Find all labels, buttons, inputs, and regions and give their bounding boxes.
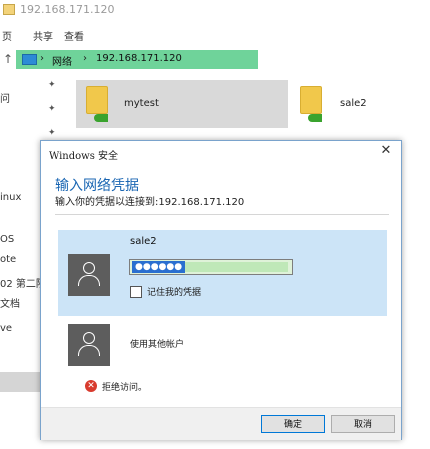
error-icon: ✕	[85, 380, 97, 392]
dialog-title: Windows 安全	[49, 151, 119, 162]
account-tile-selected[interactable]: sale2 ●●●●●● 记住我的凭据	[58, 230, 387, 316]
folder-icon	[3, 4, 15, 15]
remember-checkbox[interactable]	[130, 286, 142, 298]
breadcrumb-network[interactable]: 网络	[52, 53, 72, 68]
nav-item[interactable]: OS	[0, 234, 14, 245]
tab-home[interactable]: 页	[2, 28, 12, 43]
network-share-icon	[94, 114, 108, 122]
tab-share[interactable]: 共享	[33, 28, 53, 43]
chevron-right-icon[interactable]: ›	[40, 53, 44, 64]
share-label: sale2	[340, 98, 367, 109]
page: 192.168.171.120 页 共享 查看 ↑ › 网络 › 192.168…	[0, 0, 430, 449]
error-text: 拒绝访问。	[102, 383, 148, 393]
cancel-button[interactable]: 取消	[331, 415, 395, 433]
share-item-mytest[interactable]: mytest	[76, 80, 288, 128]
divider	[55, 214, 389, 215]
folder-icon	[86, 86, 108, 114]
nav-item[interactable]: 问	[0, 90, 10, 105]
pin-icon[interactable]: ✦	[48, 104, 56, 114]
other-account-label: 使用其他帐户	[130, 340, 185, 350]
dialog-subtext: 输入你的凭据以连接到:192.168.171.120	[55, 197, 245, 208]
share-item-sale2[interactable]: sale2	[296, 80, 416, 128]
chevron-right-icon[interactable]: ›	[83, 53, 87, 64]
dialog-heading: 输入网络凭据	[55, 178, 139, 194]
nav-selected-item[interactable]	[0, 372, 44, 392]
nav-item[interactable]: 文档	[0, 295, 20, 310]
pin-icon[interactable]: ✦	[48, 80, 56, 90]
credential-dialog: Windows 安全 ✕ 输入网络凭据 输入你的凭据以连接到:192.168.1…	[40, 140, 402, 440]
ok-button[interactable]: 确定	[261, 415, 325, 433]
close-icon[interactable]: ✕	[379, 143, 393, 158]
pin-icon[interactable]: ✦	[48, 128, 56, 138]
user-avatar-icon	[68, 254, 110, 296]
password-field[interactable]: ●●●●●●	[129, 259, 293, 275]
password-value: ●●●●●●	[132, 261, 186, 273]
ribbon: 页 共享 查看	[0, 22, 430, 44]
user-avatar-icon	[68, 324, 110, 366]
account-tile-other[interactable]: 使用其他帐户	[58, 319, 387, 371]
folder-icon	[300, 86, 322, 114]
tab-view[interactable]: 查看	[64, 28, 84, 43]
up-arrow-icon[interactable]: ↑	[3, 52, 13, 66]
nav-item[interactable]: ve	[0, 323, 12, 334]
breadcrumb-host[interactable]: 192.168.171.120	[96, 53, 182, 64]
account-username: sale2	[130, 236, 157, 247]
address-bar: ↑ › 网络 › 192.168.171.120	[0, 48, 430, 72]
address-field[interactable]: › 网络 › 192.168.171.120	[16, 50, 258, 69]
network-share-icon	[308, 114, 322, 122]
remember-label: 记住我的凭据	[147, 288, 202, 298]
window-title: 192.168.171.120	[20, 3, 115, 16]
explorer-titlebar: 192.168.171.120	[0, 0, 430, 22]
dialog-footer: 确定 取消	[41, 407, 401, 440]
network-icon	[22, 54, 37, 65]
password-field-fill	[176, 262, 288, 272]
share-label: mytest	[124, 98, 159, 109]
nav-item[interactable]: ote	[0, 254, 16, 265]
nav-item[interactable]: inux	[0, 192, 21, 203]
